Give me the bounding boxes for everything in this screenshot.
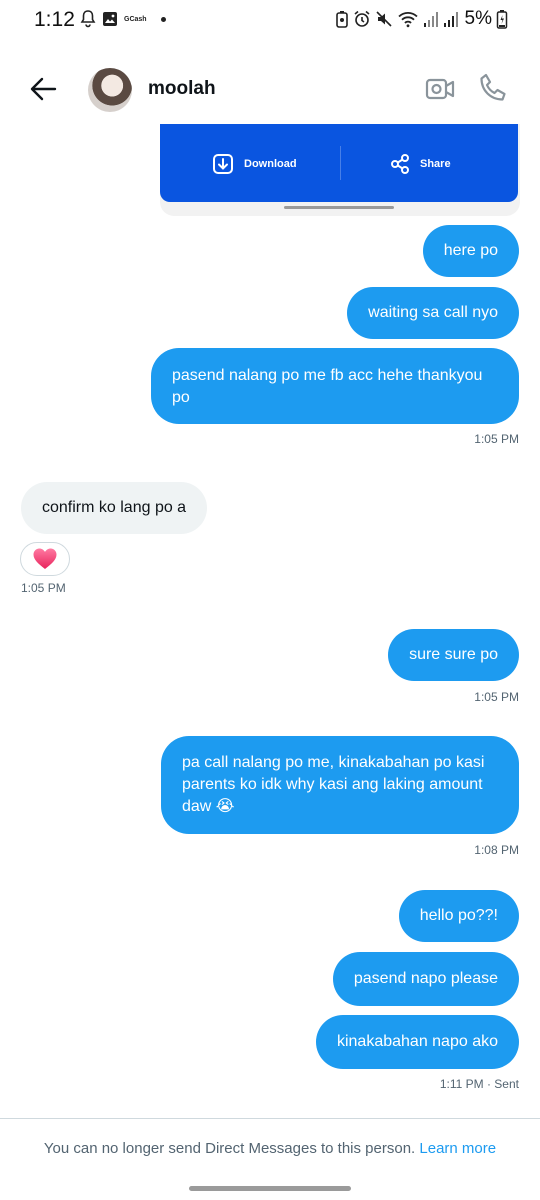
share-icon xyxy=(391,154,409,174)
signal-icon-2 xyxy=(443,12,458,27)
notification-app-label: GCash xyxy=(124,15,147,23)
reaction-badge[interactable] xyxy=(20,542,70,576)
shared-card-action-bar: Download Share xyxy=(160,124,518,202)
message-timestamp-sent: 1:11 PM · Sent xyxy=(439,1077,519,1091)
conversation-header: moolah xyxy=(0,58,540,120)
more-notifications-dot xyxy=(160,16,166,22)
signal-icon xyxy=(423,12,438,27)
home-indicator[interactable] xyxy=(189,1186,351,1191)
message-bubble-outgoing[interactable]: hello po??! xyxy=(398,890,519,942)
avatar[interactable] xyxy=(88,68,132,112)
battery-percent: 5% xyxy=(464,8,492,29)
dm-disabled-notice: You can no longer send Direct Messages t… xyxy=(0,1140,540,1157)
message-bubble-incoming[interactable]: confirm ko lang po a xyxy=(21,482,208,534)
download-icon xyxy=(213,154,233,174)
message-timestamp: 1:05 PM xyxy=(21,581,66,595)
share-button[interactable]: Share xyxy=(390,146,451,182)
status-bar: 1:12 GCash 5% xyxy=(0,0,540,40)
download-button[interactable]: Download xyxy=(212,146,297,182)
message-bubble-outgoing[interactable]: waiting sa call nyo xyxy=(347,287,519,339)
back-arrow-icon[interactable] xyxy=(28,74,58,104)
alarm-icon xyxy=(354,10,370,27)
bell-icon xyxy=(80,10,96,28)
battery-icon xyxy=(496,10,508,29)
message-bubble-outgoing[interactable]: sure sure po xyxy=(388,629,519,681)
conversation-title[interactable]: moolah xyxy=(148,78,216,100)
heart-icon xyxy=(33,548,57,569)
learn-more-link[interactable]: Learn more xyxy=(419,1140,496,1157)
wifi-icon xyxy=(397,12,418,28)
gallery-icon xyxy=(103,12,117,26)
card-handle xyxy=(284,206,394,209)
card-divider xyxy=(340,146,341,180)
battery-saver-icon xyxy=(335,11,348,28)
shared-card: Download Share xyxy=(160,124,520,216)
message-timestamp: 1:05 PM xyxy=(474,690,519,704)
message-bubble-outgoing[interactable]: pa call nalang po me, kinakabahan po kas… xyxy=(161,736,519,834)
message-bubble-outgoing[interactable]: kinakabahan napo ako xyxy=(315,1015,519,1069)
footer-divider xyxy=(0,1118,540,1119)
message-bubble-outgoing[interactable]: here po xyxy=(422,225,519,277)
share-label: Share xyxy=(420,158,451,170)
mute-icon xyxy=(375,11,392,27)
video-call-icon[interactable] xyxy=(424,74,456,104)
phone-call-icon[interactable] xyxy=(478,72,508,104)
message-timestamp: 1:08 PM xyxy=(474,843,519,857)
message-bubble-outgoing[interactable]: pasend napo please xyxy=(332,952,519,1006)
download-label: Download xyxy=(244,158,297,170)
status-time: 1:12 xyxy=(34,8,75,31)
message-bubble-outgoing[interactable]: pasend nalang po me fb acc hehe thankyou… xyxy=(151,348,519,424)
dm-disabled-text: You can no longer send Direct Messages t… xyxy=(43,1140,416,1157)
message-timestamp: 1:05 PM xyxy=(474,432,519,446)
